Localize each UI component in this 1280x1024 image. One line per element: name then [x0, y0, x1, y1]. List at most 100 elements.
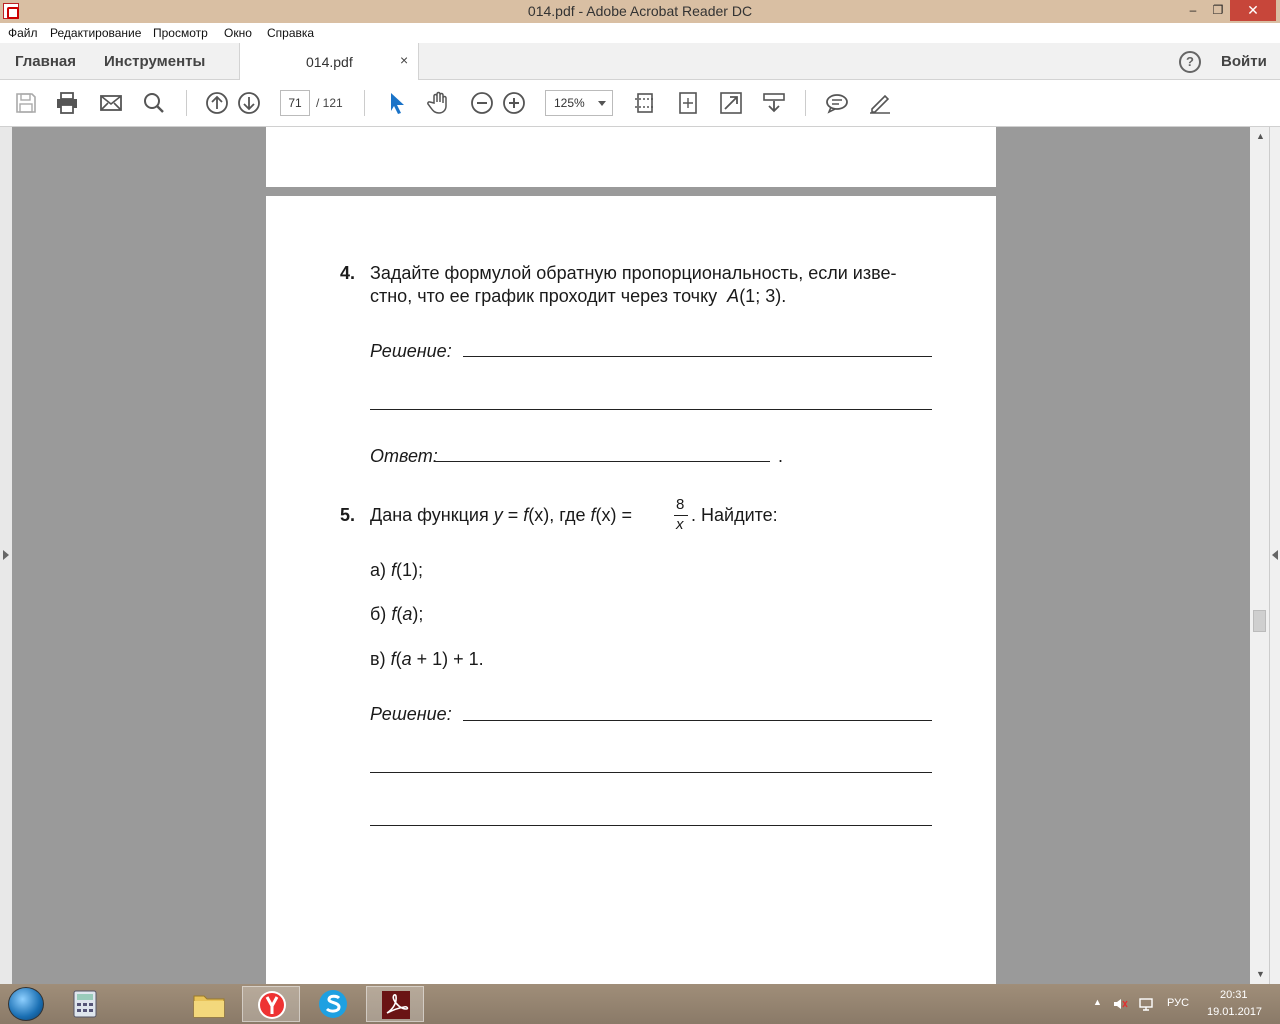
- taskbar: ▲ РУС 20:31 19.01.2017: [0, 984, 1280, 1024]
- q5-text-b: , где: [549, 505, 586, 525]
- toolbar-divider: [186, 90, 187, 116]
- explorer-taskbar-button[interactable]: [180, 986, 238, 1022]
- skype-taskbar-button[interactable]: [304, 986, 362, 1022]
- acrobat-icon: [382, 991, 410, 1019]
- q5-item-a: а) f(1);: [370, 560, 423, 581]
- toolbar-divider: [805, 90, 806, 116]
- restore-button[interactable]: ❐: [1206, 0, 1230, 21]
- zoom-in-icon[interactable]: [502, 91, 526, 115]
- left-panel-toggle[interactable]: [0, 127, 12, 984]
- q5-text-a: Дана функция: [370, 505, 489, 525]
- language-indicator[interactable]: РУС: [1167, 997, 1189, 1024]
- signin-button[interactable]: Войти: [1221, 53, 1267, 70]
- close-tab-icon[interactable]: ×: [400, 52, 408, 68]
- item-c-rest: + 1) + 1.: [411, 649, 484, 669]
- question-4-text: стно, что ее график проходит через точку: [370, 286, 718, 306]
- item-c-label: в): [370, 649, 386, 669]
- title-bar: 014.pdf - Adobe Acrobat Reader DC ‒ ❐ ✕: [0, 0, 1280, 23]
- menu-help[interactable]: Справка: [267, 26, 314, 40]
- q5-eq1: =: [502, 505, 524, 525]
- clock-date[interactable]: 19.01.2017: [1207, 1006, 1262, 1024]
- scroll-down-icon[interactable]: ▼: [1256, 969, 1265, 979]
- page-down-icon[interactable]: [237, 91, 261, 115]
- q5-xparen: (x): [528, 505, 550, 525]
- help-icon[interactable]: ?: [1179, 51, 1201, 73]
- search-icon[interactable]: [142, 91, 166, 115]
- yandex-taskbar-button[interactable]: [242, 986, 300, 1022]
- answer-line: [434, 461, 770, 462]
- right-panel-divider: [1269, 127, 1270, 984]
- q5-y: y: [493, 505, 503, 525]
- answer-line: [463, 720, 932, 721]
- item-b-close: );: [412, 604, 424, 624]
- answer-label: Ответ:: [370, 446, 438, 466]
- volume-icon[interactable]: [1112, 996, 1128, 1012]
- sign-icon[interactable]: [868, 91, 892, 115]
- vertical-scrollbar[interactable]: ▲ ▼: [1250, 127, 1280, 984]
- tab-home[interactable]: Главная: [15, 53, 76, 70]
- fullscreen-icon[interactable]: [719, 91, 743, 115]
- q5-item-c: в) f(a + 1) + 1.: [370, 649, 484, 670]
- question-5-number: 5.: [340, 505, 356, 525]
- pdf-page: 4. Задайте формулой обратную пропорциона…: [266, 196, 996, 996]
- previous-page: [266, 127, 996, 187]
- menu-edit[interactable]: Редактирование: [50, 26, 141, 40]
- page-up-icon[interactable]: [205, 91, 229, 115]
- zoom-out-icon[interactable]: [470, 91, 494, 115]
- question-4-number: 4.: [340, 263, 356, 283]
- start-button[interactable]: [8, 987, 44, 1021]
- q5-text-c: . Найдите:: [691, 505, 778, 525]
- page-number-input[interactable]: 71: [280, 90, 310, 116]
- folder-icon: [193, 995, 225, 1018]
- hand-icon[interactable]: [427, 91, 451, 115]
- yandex-browser-icon: [258, 991, 286, 1019]
- toolbar-divider: [364, 90, 365, 116]
- question-4-line2: стно, что ее график проходит через точку…: [370, 286, 786, 307]
- answer-line: [370, 772, 932, 773]
- document-viewport[interactable]: 4. Задайте формулой обратную пропорциона…: [0, 127, 1280, 996]
- select-cursor-icon[interactable]: [385, 91, 409, 115]
- fraction-numerator: 8: [676, 496, 685, 513]
- comment-icon[interactable]: [825, 91, 849, 115]
- q5-eq2: =: [616, 505, 638, 525]
- window-title: 014.pdf - Adobe Acrobat Reader DC: [527, 3, 753, 19]
- tray-overflow-icon[interactable]: ▲: [1093, 997, 1102, 1024]
- tab-document[interactable]: 014.pdf ×: [239, 43, 419, 80]
- answer-period: .: [778, 446, 784, 466]
- calculator-taskbar-button[interactable]: [56, 986, 114, 1022]
- expand-right-icon[interactable]: [1272, 550, 1278, 560]
- question-4-line1: Задайте формулой обратную пропорциональн…: [370, 263, 897, 283]
- item-b-label: б): [370, 604, 387, 624]
- menu-file[interactable]: Файл: [8, 26, 38, 40]
- zoom-select[interactable]: 125%: [545, 90, 613, 116]
- tab-bar: Главная Инструменты 014.pdf × ? Войти: [0, 43, 1280, 80]
- print-icon[interactable]: [55, 91, 79, 115]
- menu-bar: Файл Редактирование Просмотр Окно Справк…: [0, 23, 1280, 43]
- scrollbar-thumb[interactable]: [1253, 610, 1266, 632]
- fraction: 8 x: [674, 496, 688, 536]
- zoom-value: 125%: [554, 96, 585, 110]
- item-b-var: a: [402, 604, 413, 624]
- expand-left-icon[interactable]: [3, 550, 9, 560]
- q5-xparen2: (x): [595, 505, 617, 525]
- save-icon[interactable]: [14, 91, 38, 115]
- solution-label: Решение:: [370, 341, 452, 361]
- tab-tools[interactable]: Инструменты: [104, 53, 205, 70]
- point-coords: (1; 3).: [739, 286, 787, 306]
- email-icon[interactable]: [99, 91, 123, 115]
- question-5-line: Дана функция y = f(x), где f(x) =: [370, 505, 637, 526]
- scroll-up-icon[interactable]: ▲: [1256, 131, 1265, 141]
- item-a-label: а): [370, 560, 387, 580]
- menu-window[interactable]: Окно: [224, 26, 252, 40]
- tab-document-label: 014.pdf: [306, 54, 353, 70]
- fit-page-icon[interactable]: [633, 91, 657, 115]
- chevron-down-icon: [598, 101, 606, 106]
- read-mode-icon[interactable]: [762, 91, 786, 115]
- close-window-button[interactable]: ✕: [1230, 0, 1276, 21]
- rotate-icon[interactable]: [676, 91, 700, 115]
- q5-item-b: б) f(a);: [370, 604, 423, 625]
- acrobat-taskbar-button[interactable]: [366, 986, 424, 1022]
- network-icon[interactable]: [1138, 996, 1154, 1012]
- menu-view[interactable]: Просмотр: [153, 26, 208, 40]
- minimize-button[interactable]: ‒: [1180, 0, 1206, 21]
